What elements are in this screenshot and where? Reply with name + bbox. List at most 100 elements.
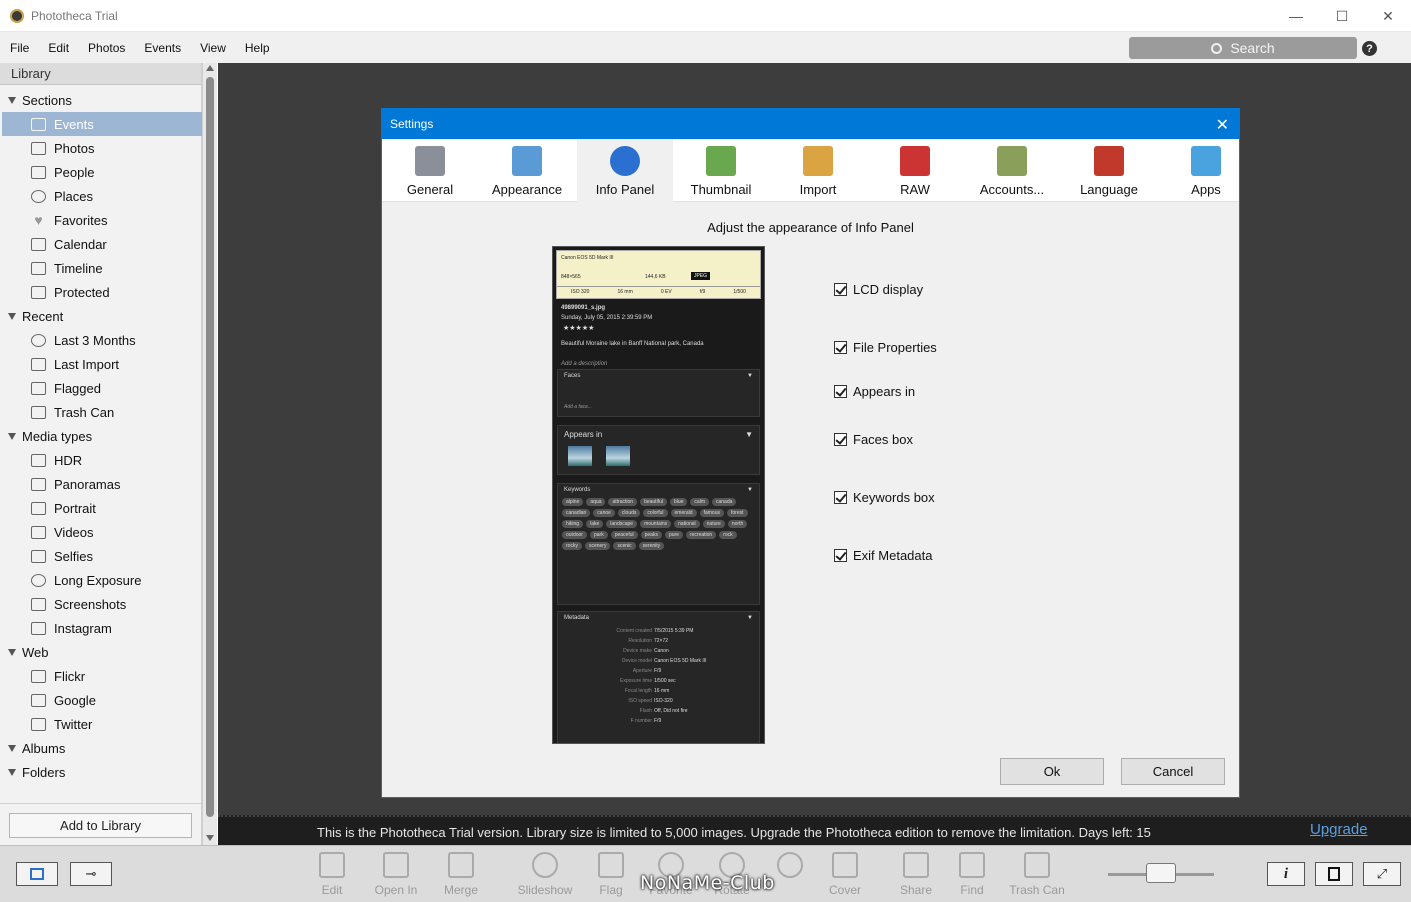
tool-share[interactable]: Share xyxy=(886,852,946,897)
checkbox[interactable] xyxy=(834,549,847,562)
cancel-button[interactable]: Cancel xyxy=(1121,758,1225,785)
menu-file[interactable]: File xyxy=(0,41,38,55)
sidebar-scrollbar[interactable] xyxy=(202,63,217,845)
sidebar-item-flickr[interactable]: Flickr xyxy=(0,664,202,688)
sidebar-toggle-button[interactable] xyxy=(16,862,58,886)
slideshow-icon xyxy=(532,852,558,878)
single-view-button[interactable] xyxy=(1315,862,1353,886)
dialog-title: Settings xyxy=(390,117,434,131)
sidebar-item-events[interactable]: Events xyxy=(2,112,202,136)
option-lcd-display[interactable]: LCD display xyxy=(834,282,923,297)
info-panel-preview: Canon EOS 5D Mark III 848×565 144,6 KB J… xyxy=(552,246,765,744)
sidebar-item-label: Favorites xyxy=(54,212,108,228)
sidebar-item-google[interactable]: Google xyxy=(0,688,202,712)
menu-view[interactable]: View xyxy=(190,41,235,55)
expand-triangle-icon[interactable] xyxy=(8,312,16,320)
sidebar-item-label: Twitter xyxy=(54,716,93,732)
tab-language[interactable]: Language xyxy=(1061,139,1157,202)
tab-raw[interactable]: RAW xyxy=(867,139,963,202)
sidebar-item-hdr[interactable]: HDR xyxy=(0,448,202,472)
sidebar-item-twitter[interactable]: Twitter xyxy=(0,712,202,736)
rotate-right-icon xyxy=(777,852,803,878)
sidebar-item-timeline[interactable]: Timeline xyxy=(0,256,202,280)
expand-triangle-icon[interactable] xyxy=(8,96,16,104)
expand-triangle-icon[interactable] xyxy=(8,648,16,656)
zoom-slider-thumb[interactable] xyxy=(1146,863,1176,883)
maximize-button[interactable]: ☐ xyxy=(1319,0,1365,32)
sidebar-item-photos[interactable]: Photos xyxy=(0,136,202,160)
sidebar-item-trash-can[interactable]: Trash Can xyxy=(0,400,202,424)
sidebar-item-videos[interactable]: Videos xyxy=(0,520,202,544)
preview-title: Beautiful Moraine lake in Banff National… xyxy=(561,341,704,347)
tool-open-in[interactable]: Open In xyxy=(366,852,426,897)
sidebar-item-long-exposure[interactable]: Long Exposure xyxy=(0,568,202,592)
checkbox[interactable] xyxy=(834,433,847,446)
help-icon[interactable]: ? xyxy=(1362,41,1377,56)
sidebar-item-protected[interactable]: Protected xyxy=(0,280,202,304)
tab-apps[interactable]: Apps xyxy=(1158,139,1254,202)
tab-general[interactable]: General xyxy=(382,139,478,202)
sidebar-item-panoramas[interactable]: Panoramas xyxy=(0,472,202,496)
sidebar-section-albums[interactable]: Albums xyxy=(0,736,202,760)
option-exif-metadata[interactable]: Exif Metadata xyxy=(834,548,933,563)
upgrade-link[interactable]: Upgrade xyxy=(1310,821,1368,838)
checkbox[interactable] xyxy=(834,385,847,398)
scroll-down-icon[interactable] xyxy=(206,835,214,841)
option-appears-in[interactable]: Appears in xyxy=(834,384,915,399)
tool-find[interactable]: Find xyxy=(942,852,1002,897)
sidebar-item-flagged[interactable]: Flagged xyxy=(0,376,202,400)
sidebar-section-recent[interactable]: Recent xyxy=(0,304,202,328)
tab-info-panel[interactable]: Info Panel xyxy=(577,139,673,202)
sidebar-item-portrait[interactable]: Portrait xyxy=(0,496,202,520)
add-to-library-button[interactable]: Add to Library xyxy=(9,813,192,838)
tool-trash[interactable]: Trash Can xyxy=(1007,852,1067,897)
option-keywords-box[interactable]: Keywords box xyxy=(834,490,935,505)
dialog-close-button[interactable]: ✕ xyxy=(1216,115,1229,135)
twitter-icon xyxy=(31,717,46,731)
sidebar-item-last-3-months[interactable]: Last 3 Months xyxy=(0,328,202,352)
expand-triangle-icon[interactable] xyxy=(8,432,16,440)
option-faces-box[interactable]: Faces box xyxy=(834,432,913,447)
sidebar-section-sections[interactable]: Sections xyxy=(0,88,202,112)
sidebar-section-folders[interactable]: Folders xyxy=(0,760,202,784)
sidebar-section-web[interactable]: Web xyxy=(0,640,202,664)
sidebar-item-instagram[interactable]: Instagram xyxy=(0,616,202,640)
sidebar-item-favorites[interactable]: ♥ Favorites xyxy=(0,208,202,232)
tab-appearance[interactable]: Appearance xyxy=(479,139,575,202)
close-button[interactable]: ✕ xyxy=(1365,0,1411,32)
key-button[interactable]: ⊸ xyxy=(70,862,112,886)
tool-edit[interactable]: Edit xyxy=(302,852,362,897)
expand-triangle-icon[interactable] xyxy=(8,744,16,752)
tool-flag[interactable]: Flag xyxy=(581,852,641,897)
menu-help[interactable]: Help xyxy=(235,41,279,55)
tool-cover[interactable]: Cover xyxy=(815,852,875,897)
scrollbar-thumb[interactable] xyxy=(206,77,214,817)
search-input[interactable]: Search xyxy=(1129,37,1357,59)
menu-photos[interactable]: Photos xyxy=(78,41,134,55)
sidebar-section-media-types[interactable]: Media types xyxy=(0,424,202,448)
sidebar-item-places[interactable]: Places xyxy=(0,184,202,208)
option-file-properties[interactable]: File Properties xyxy=(834,340,937,355)
checkbox[interactable] xyxy=(834,491,847,504)
sidebar-item-screenshots[interactable]: Screenshots xyxy=(0,592,202,616)
scroll-up-icon[interactable] xyxy=(206,65,214,71)
checkbox[interactable] xyxy=(834,341,847,354)
fullscreen-button[interactable]: ⤢ xyxy=(1363,862,1401,886)
tool-merge[interactable]: Merge xyxy=(431,852,491,897)
sidebar-item-people[interactable]: People xyxy=(0,160,202,184)
appearance-icon xyxy=(512,146,542,176)
checkbox[interactable] xyxy=(834,283,847,296)
expand-triangle-icon[interactable] xyxy=(8,768,16,776)
tab-thumbnail[interactable]: Thumbnail xyxy=(673,139,769,202)
minimize-button[interactable]: — xyxy=(1273,0,1319,32)
sidebar-item-last-import[interactable]: Last Import xyxy=(0,352,202,376)
tool-slideshow[interactable]: Slideshow xyxy=(515,852,575,897)
menu-events[interactable]: Events xyxy=(134,41,190,55)
info-panel-button[interactable]: i xyxy=(1267,862,1305,886)
menu-edit[interactable]: Edit xyxy=(38,41,78,55)
sidebar-item-calendar[interactable]: Calendar xyxy=(0,232,202,256)
tab-import[interactable]: Import xyxy=(770,139,866,202)
sidebar-item-selfies[interactable]: Selfies xyxy=(0,544,202,568)
ok-button[interactable]: Ok xyxy=(1000,758,1104,785)
tab-accounts[interactable]: Accounts... xyxy=(964,139,1060,202)
